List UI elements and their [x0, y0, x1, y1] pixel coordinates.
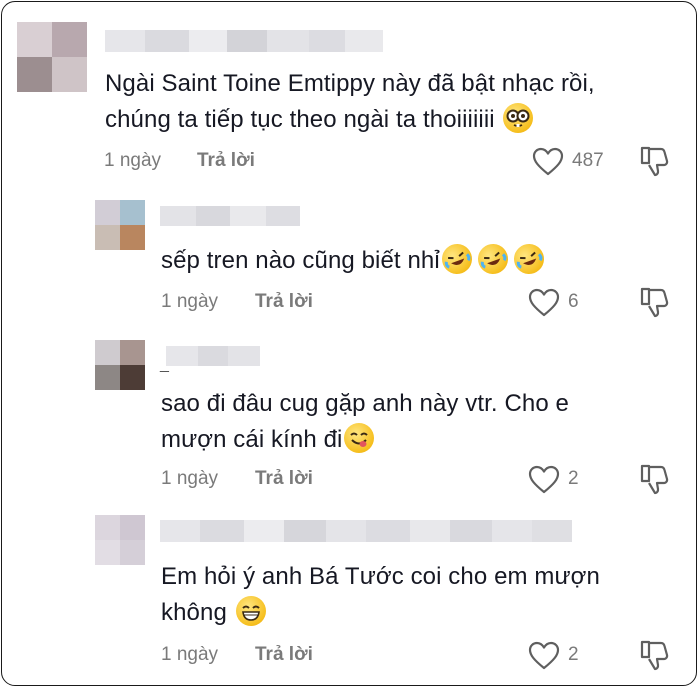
comment-line: sếp tren nào cũng biết nhỉ [161, 247, 440, 274]
comment-line: mượn cái kính đi [161, 426, 343, 453]
rolling-laughing-emoji [509, 239, 549, 279]
dislike-icon[interactable] [638, 144, 670, 178]
grin-emoji [235, 596, 266, 626]
comment-line: không [161, 599, 227, 626]
heart-icon[interactable] [528, 288, 560, 318]
reply-button[interactable]: Trả lời [255, 468, 313, 490]
nerd-glasses-emoji [503, 103, 534, 133]
rolling-laughing-emoji [437, 239, 477, 279]
like-count: 6 [568, 291, 579, 312]
avatar[interactable] [95, 515, 145, 565]
yum-emoji [344, 423, 375, 453]
comment-line: chúng ta tiếp tục theo ngài ta thoiiiiii… [105, 106, 495, 133]
dislike-icon[interactable] [638, 462, 670, 496]
comment-text: sao đi đâu cug gặp anh này vtr. Cho e mư… [161, 386, 569, 458]
reply-button[interactable]: Trả lời [255, 644, 313, 666]
username-prefix: _ [160, 356, 169, 373]
reply-button[interactable]: Trả lời [197, 150, 255, 172]
like-count: 2 [568, 644, 579, 665]
comment-timestamp: 1 ngày [161, 468, 219, 489]
username-blurred[interactable] [105, 30, 383, 52]
username-blurred[interactable] [160, 520, 572, 542]
reply-button[interactable]: Trả lời [255, 291, 313, 313]
comment-text: sếp tren nào cũng biết nhỉ [161, 239, 549, 279]
comment-line: Ngài Saint Toine Emtippy này đã bật nhạc… [105, 70, 595, 97]
avatar[interactable] [95, 200, 145, 250]
comment-text: Ngài Saint Toine Emtippy này đã bật nhạc… [105, 66, 665, 138]
username-blurred[interactable] [166, 346, 260, 366]
heart-icon[interactable] [528, 641, 560, 671]
avatar[interactable] [17, 22, 87, 92]
rolling-laughing-emoji [473, 239, 513, 279]
dislike-icon[interactable] [638, 285, 670, 319]
like-count: 2 [568, 468, 579, 489]
comment-timestamp: 1 ngày [104, 150, 162, 171]
avatar[interactable] [95, 340, 145, 390]
comment-text: Em hỏi ý anh Bá Tước coi cho em mượn khô… [161, 559, 600, 631]
comment-timestamp: 1 ngày [161, 644, 219, 665]
like-count: 487 [572, 150, 604, 171]
username-blurred[interactable] [160, 206, 300, 226]
comment-timestamp: 1 ngày [161, 291, 219, 312]
heart-icon[interactable] [528, 465, 560, 495]
heart-icon[interactable] [532, 147, 564, 177]
comment-line: Em hỏi ý anh Bá Tước coi cho em mượn [161, 563, 600, 590]
dislike-icon[interactable] [638, 638, 670, 672]
comment-line: sao đi đâu cug gặp anh này vtr. Cho e [161, 390, 569, 417]
